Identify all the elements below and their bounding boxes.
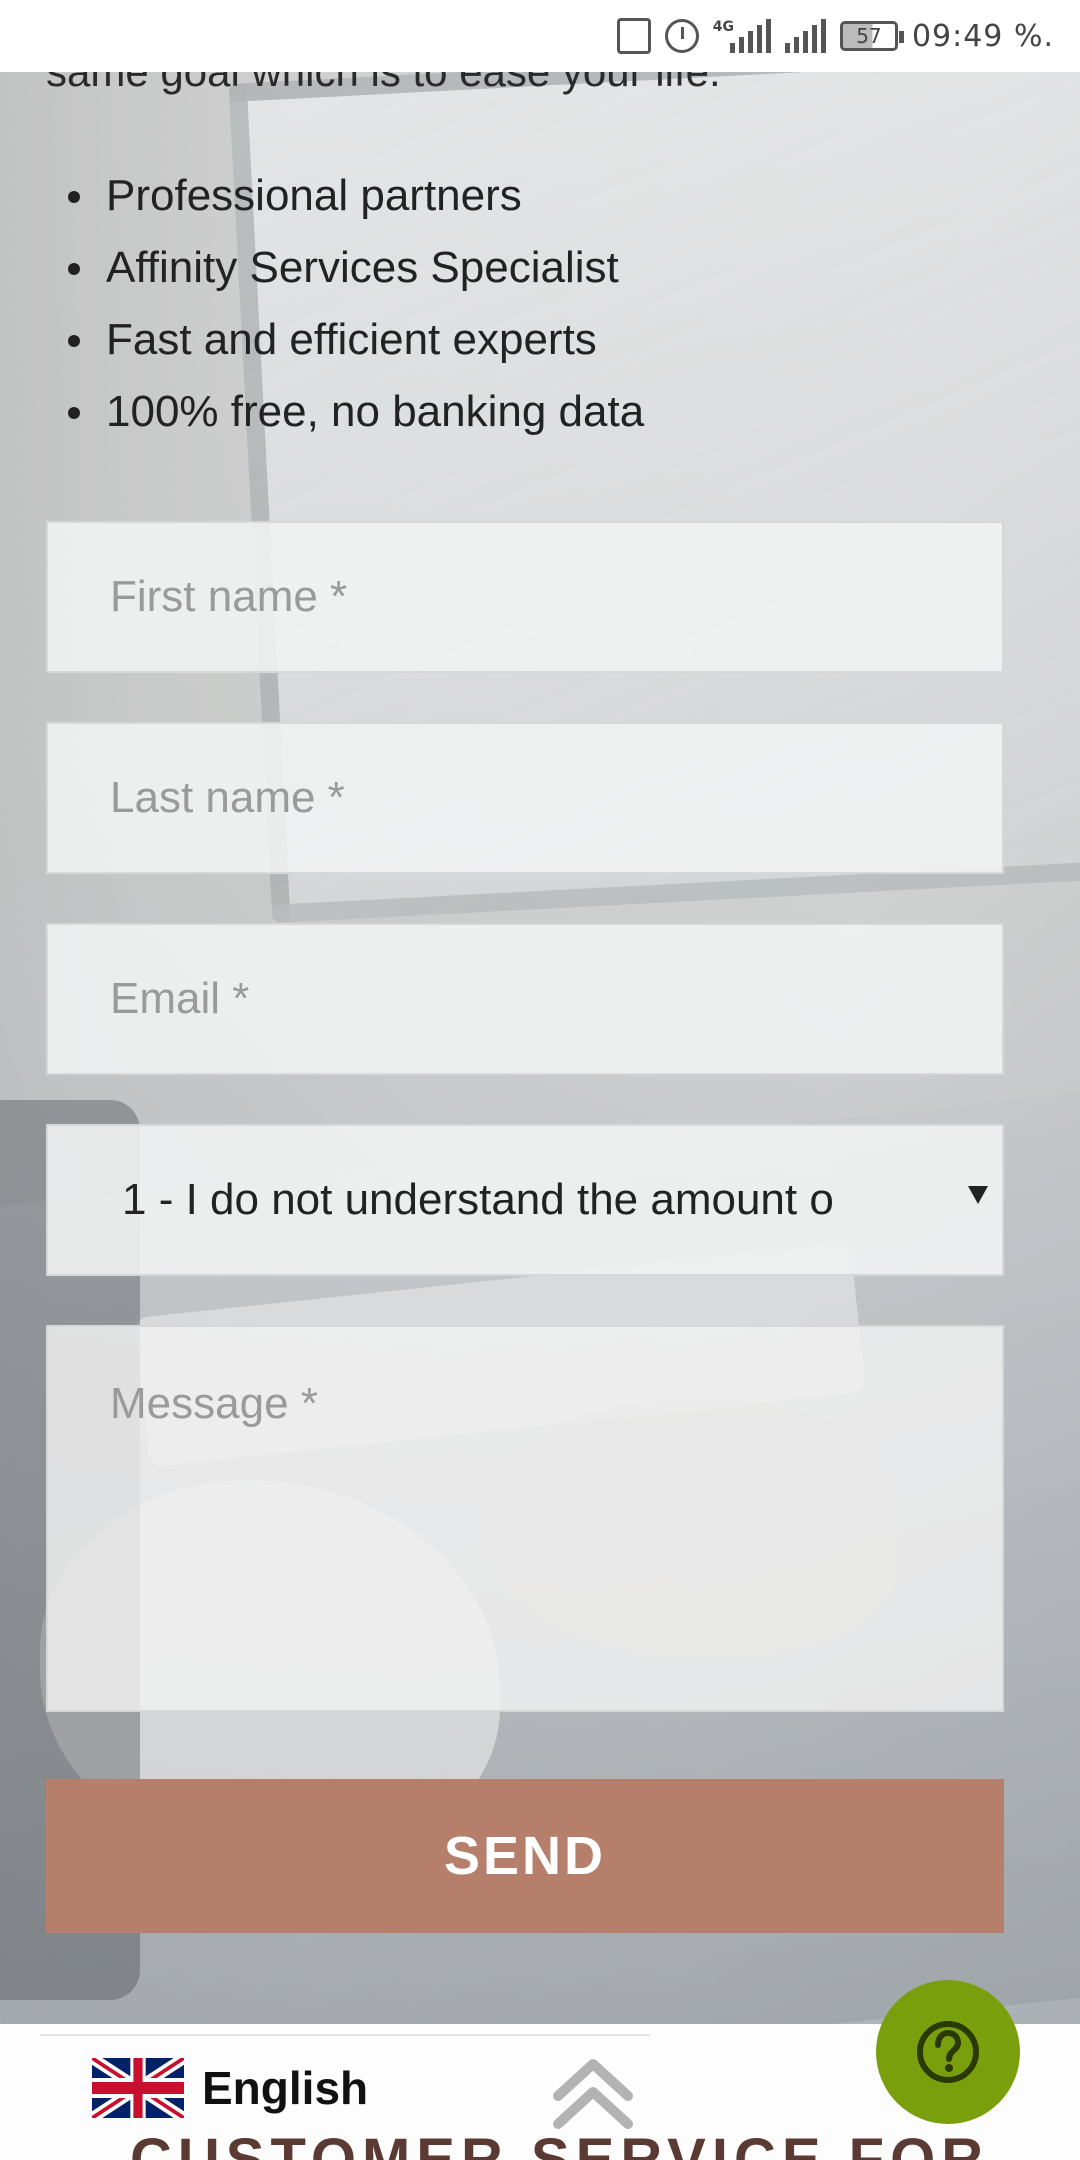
help-button[interactable] xyxy=(876,1980,1020,2124)
message-field[interactable] xyxy=(46,1325,1004,1712)
uk-flag-icon xyxy=(92,2058,184,2118)
vibrate-icon xyxy=(616,16,651,56)
first-name-field[interactable] xyxy=(46,521,1004,673)
feature-item: 100% free, no banking data xyxy=(60,376,644,448)
status-bar: 4G 57 09:49 %. xyxy=(0,0,1080,72)
last-name-field[interactable] xyxy=(46,722,1004,874)
email-field[interactable] xyxy=(46,923,1004,1075)
battery-icon: 57 xyxy=(839,21,904,51)
language-label: English xyxy=(202,2062,369,2114)
mobile-signal-icon: 4G xyxy=(713,16,771,56)
scroll-to-top-icon[interactable] xyxy=(548,2054,638,2134)
topic-select-value: 1 - I do not understand the amount o xyxy=(122,1175,834,1224)
divider xyxy=(40,2034,650,2036)
section-heading-peek: CUSTOMER SERVICE FOR xyxy=(130,2132,989,2160)
signal-icon xyxy=(784,16,826,56)
feature-list: Professional partners Affinity Services … xyxy=(60,160,644,448)
feature-item: Professional partners xyxy=(60,160,644,232)
send-button[interactable]: SEND xyxy=(46,1779,1004,1933)
dropdown-arrow-icon xyxy=(968,1186,988,1204)
language-selector[interactable]: English xyxy=(92,2058,368,2118)
topic-select[interactable]: 1 - I do not understand the amount o xyxy=(46,1124,1004,1276)
feature-item: Affinity Services Specialist xyxy=(60,232,644,304)
clock: 09:49 %. xyxy=(911,18,1054,54)
question-mark-icon xyxy=(917,2021,979,2083)
feature-item: Fast and efficient experts xyxy=(60,304,644,376)
alarm-icon xyxy=(664,16,699,56)
